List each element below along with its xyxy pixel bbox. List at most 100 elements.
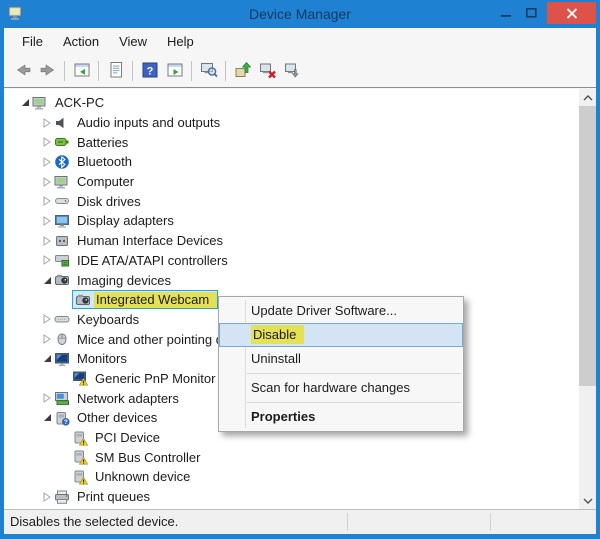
properties-button[interactable] xyxy=(103,59,128,84)
tree-item-imaging-devices[interactable]: Imaging devices xyxy=(4,270,596,290)
battery-icon xyxy=(54,134,70,150)
minimize-button[interactable] xyxy=(494,3,519,23)
toolbar-separator xyxy=(64,61,65,81)
monitor-icon xyxy=(54,351,70,367)
tree-item-label: Print queues xyxy=(77,489,150,505)
collapse-icon[interactable] xyxy=(18,98,32,107)
uninstall-icon xyxy=(259,61,277,82)
collapse-icon[interactable] xyxy=(40,276,54,285)
svg-text:?: ? xyxy=(146,65,153,77)
toolbar-separator xyxy=(132,61,133,81)
device-warning-icon xyxy=(72,449,88,465)
speaker-icon xyxy=(54,115,70,131)
show-action-pane-button[interactable] xyxy=(162,59,187,84)
close-button[interactable] xyxy=(547,2,596,24)
hid-icon xyxy=(54,233,70,249)
tree-item-bluetooth[interactable]: Bluetooth xyxy=(4,152,596,172)
tree-item-display-adapters[interactable]: Display adapters xyxy=(4,211,596,231)
tree-item-label: SM Bus Controller xyxy=(95,449,201,465)
scan-computer-button[interactable] xyxy=(196,59,221,84)
expand-icon[interactable] xyxy=(40,196,54,207)
menu-view[interactable]: View xyxy=(109,31,157,52)
context-menu-item-label: Scan for hardware changes xyxy=(251,380,410,395)
selected-item-highlight[interactable]: Integrated Webcam xyxy=(72,290,218,310)
scroll-down-icon[interactable] xyxy=(579,492,596,509)
expand-icon[interactable] xyxy=(40,334,54,345)
menu-file[interactable]: File xyxy=(12,31,53,52)
back-button[interactable] xyxy=(10,59,35,84)
context-menu-separator xyxy=(247,373,461,374)
tree-item-label: Bluetooth xyxy=(77,154,132,170)
tree-item-ack-pc[interactable]: ACK-PC xyxy=(4,93,596,113)
mouse-icon xyxy=(54,331,70,347)
device-warning-icon xyxy=(72,430,88,446)
uninstall-button[interactable] xyxy=(255,59,280,84)
expand-icon[interactable] xyxy=(40,314,54,325)
scroll-up-icon[interactable] xyxy=(579,89,596,106)
tree-item-label: Disk drives xyxy=(77,193,141,209)
tree-item-label: Monitors xyxy=(77,351,127,367)
context-menu-item-label: Update Driver Software... xyxy=(251,303,397,318)
tree-item-audio-inputs-and-outputs[interactable]: Audio inputs and outputs xyxy=(4,113,596,133)
update-driver-software-button[interactable] xyxy=(230,59,255,84)
bluetooth-icon xyxy=(54,154,70,170)
collapse-icon[interactable] xyxy=(40,413,54,422)
tree-item-unknown-device[interactable]: Unknown device xyxy=(4,467,596,487)
status-bar: Disables the selected device. xyxy=(4,509,596,534)
menu-action[interactable]: Action xyxy=(53,31,109,52)
unknown-device-q-icon: ? xyxy=(54,410,70,426)
help-button[interactable]: ? xyxy=(137,59,162,84)
tree-item-label: IDE ATA/ATAPI controllers xyxy=(77,252,228,268)
collapse-icon[interactable] xyxy=(40,354,54,363)
display-adapter-icon xyxy=(54,213,70,229)
expand-icon[interactable] xyxy=(40,255,54,266)
tree-item-ide-ata-atapi-controllers[interactable]: IDE ATA/ATAPI controllers xyxy=(4,251,596,271)
tree-item-batteries[interactable]: Batteries xyxy=(4,132,596,152)
tree-item-label: Display adapters xyxy=(77,213,174,229)
tree-item-label: Keyboards xyxy=(77,311,140,327)
expand-icon[interactable] xyxy=(40,137,54,148)
tree-item-label: Imaging devices xyxy=(77,272,171,288)
imaging-device-icon xyxy=(54,272,70,288)
tree-item-label: Generic PnP Monitor xyxy=(95,370,216,386)
tree-item-label: Unknown device xyxy=(95,469,191,485)
tree-item-disk-drives[interactable]: Disk drives xyxy=(4,191,596,211)
properties-icon xyxy=(107,61,125,82)
toolbar: ? xyxy=(4,55,596,88)
context-menu-item-disable[interactable]: Disable xyxy=(219,323,463,347)
tree-item-print-queues[interactable]: Print queues xyxy=(4,487,596,507)
keyboard-icon xyxy=(54,311,70,327)
tree-item-human-interface-devices[interactable]: Human Interface Devices xyxy=(4,231,596,251)
scan-for-hardware-changes-icon xyxy=(284,61,302,82)
scrollbar-thumb[interactable] xyxy=(579,106,596,386)
expand-icon[interactable] xyxy=(40,117,54,128)
show-console-tree-button[interactable] xyxy=(69,59,94,84)
expand-icon[interactable] xyxy=(40,216,54,226)
context-menu-item-uninstall[interactable]: Uninstall xyxy=(219,347,463,371)
monitor-warning-icon xyxy=(72,370,88,386)
maximize-button[interactable] xyxy=(519,3,544,23)
tree-item-label: PCI Device xyxy=(95,430,161,446)
computer-icon xyxy=(32,95,48,111)
client-area: File Action View Help ? ACK-PC Audio inputs … xyxy=(4,28,596,534)
tree-item-label: ACK-PC xyxy=(55,95,105,111)
tree-item-label: Integrated Webcam xyxy=(94,291,217,308)
context-menu-item-label: Uninstall xyxy=(251,351,301,366)
expand-icon[interactable] xyxy=(40,393,54,404)
forward-icon xyxy=(39,61,57,82)
expand-icon[interactable] xyxy=(40,156,54,167)
context-menu-item-update-driver-software[interactable]: Update Driver Software... xyxy=(219,299,463,323)
vertical-scrollbar[interactable] xyxy=(579,89,596,509)
tree-item-computer[interactable]: Computer xyxy=(4,172,596,192)
forward-button[interactable] xyxy=(35,59,60,84)
ide-controller-icon xyxy=(54,252,70,268)
expand-icon[interactable] xyxy=(40,176,54,187)
context-menu-item-properties[interactable]: Properties xyxy=(219,405,463,429)
tree-item-sm-bus-controller[interactable]: SM Bus Controller xyxy=(4,447,596,467)
menu-help[interactable]: Help xyxy=(157,31,204,52)
expand-icon[interactable] xyxy=(40,491,54,502)
context-menu-item-scan-for-hardware-changes[interactable]: Scan for hardware changes xyxy=(219,376,463,400)
expand-icon[interactable] xyxy=(40,235,54,246)
scan-for-hardware-changes-button[interactable] xyxy=(280,59,305,84)
svg-text:?: ? xyxy=(64,419,68,426)
